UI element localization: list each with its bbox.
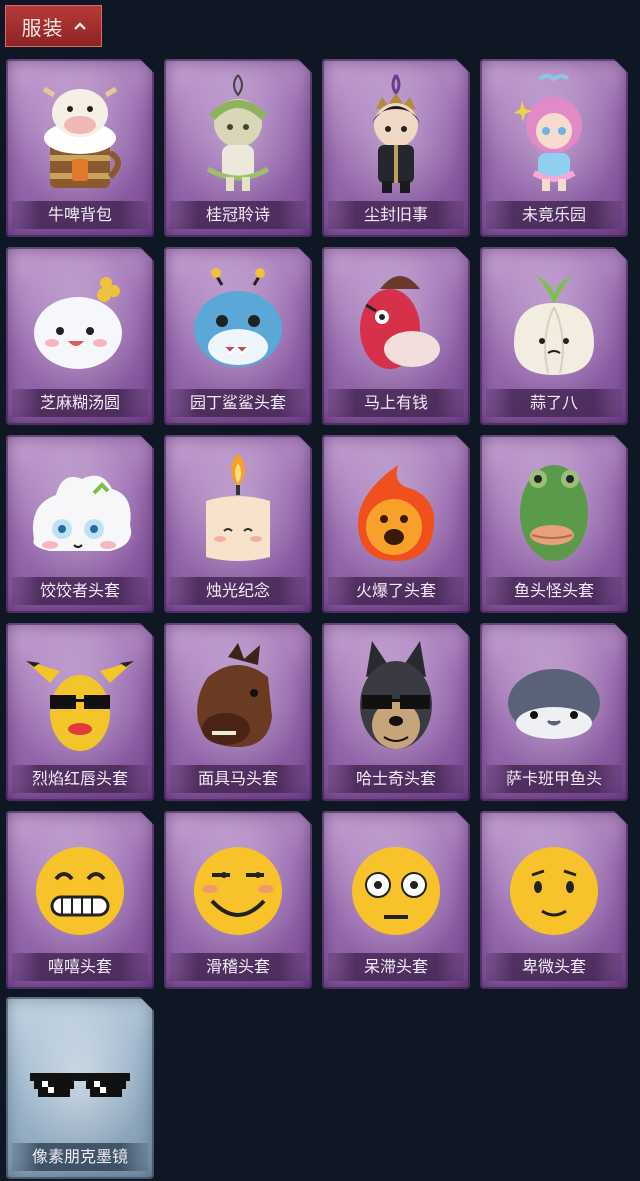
costume-label: 萨卡班甲鱼头 (486, 765, 622, 793)
costume-label: 烛光纪念 (170, 577, 306, 605)
sacabambaspis-head-icon (508, 669, 600, 739)
costume-card[interactable]: 芝麻糊汤圆 (6, 247, 154, 425)
costume-card[interactable]: 萨卡班甲鱼头 (480, 623, 628, 801)
garlic-head-icon (514, 275, 594, 375)
costume-label: 卑微头套 (486, 953, 622, 981)
costume-label: 烈焰红唇头套 (12, 765, 148, 793)
grin-emoji-head-icon (36, 847, 124, 935)
pink-girl-doll-charm-icon (514, 74, 582, 191)
husky-sunglasses-head-icon (360, 641, 432, 749)
costume-label: 未竟乐园 (486, 201, 622, 229)
costume-card[interactable]: 鱼头怪头套 (480, 435, 628, 613)
humble-emoji-head-icon (510, 847, 598, 935)
costume-label: 马上有钱 (328, 389, 464, 417)
costume-label: 火爆了头套 (328, 577, 464, 605)
costume-card[interactable]: 蒜了八 (480, 247, 628, 425)
stunned-emoji-head-icon (352, 847, 440, 935)
pixel-sunglasses-icon (30, 1073, 130, 1097)
costume-card[interactable]: 滑稽头套 (164, 811, 312, 989)
costume-card[interactable]: 像素朋克墨镜 (6, 997, 154, 1179)
costume-card[interactable]: 面具马头套 (164, 623, 312, 801)
costume-label: 鱼头怪头套 (486, 577, 622, 605)
dumpling-head-icon (32, 475, 132, 551)
yellow-mouse-sunglasses-head-icon (26, 661, 134, 751)
costume-card[interactable]: 呆滞头套 (322, 811, 470, 989)
red-horse-head-icon (360, 276, 440, 369)
costume-card[interactable]: 牛啤背包 (6, 59, 154, 237)
costume-label: 园丁鲨鲨头套 (170, 389, 306, 417)
laurel-doll-charm-icon (206, 74, 270, 191)
costume-label: 桂冠聆诗 (170, 201, 306, 229)
costume-label: 滑稽头套 (170, 953, 306, 981)
costume-label: 饺饺者头套 (12, 577, 148, 605)
costume-label: 嘻嘻头套 (12, 953, 148, 981)
costume-card[interactable]: 烛光纪念 (164, 435, 312, 613)
costume-card[interactable]: 哈士奇头套 (322, 623, 470, 801)
candle-head-icon (206, 453, 270, 561)
costume-label: 像素朋克墨镜 (12, 1143, 148, 1171)
costume-label: 芝麻糊汤圆 (12, 389, 148, 417)
rice-ball-head-icon (34, 277, 122, 369)
horse-mask-head-icon (197, 643, 272, 747)
costume-card[interactable]: 园丁鲨鲨头套 (164, 247, 312, 425)
costume-card[interactable]: 卑微头套 (480, 811, 628, 989)
costume-label: 牛啤背包 (12, 201, 148, 229)
costume-card[interactable]: 桂冠聆诗 (164, 59, 312, 237)
costume-card[interactable]: 未竟乐园 (480, 59, 628, 237)
costume-label: 哈士奇头套 (328, 765, 464, 793)
costume-card[interactable]: 火爆了头套 (322, 435, 470, 613)
costume-label: 尘封旧事 (328, 201, 464, 229)
costume-card[interactable]: 马上有钱 (322, 247, 470, 425)
cow-beer-backpack-icon (42, 86, 121, 188)
dark-prince-doll-charm-icon (372, 74, 420, 193)
fish-monster-head-icon (520, 465, 588, 561)
costume-card[interactable]: 饺饺者头套 (6, 435, 154, 613)
costume-grid: 牛啤背包 桂冠聆诗 尘封旧事 未竟乐园 芝麻糊汤圆 园丁鲨鲨头套 马上有钱 蒜了… (0, 0, 640, 1181)
costume-card[interactable]: 烈焰红唇头套 (6, 623, 154, 801)
funny-emoji-head-icon (194, 847, 282, 935)
costume-card[interactable]: 嘻嘻头套 (6, 811, 154, 989)
costume-label: 面具马头套 (170, 765, 306, 793)
costume-card[interactable]: 尘封旧事 (322, 59, 470, 237)
costume-label: 蒜了八 (486, 389, 622, 417)
fireball-head-icon (358, 465, 435, 561)
costume-label: 呆滞头套 (328, 953, 464, 981)
shark-head-icon (194, 268, 282, 367)
